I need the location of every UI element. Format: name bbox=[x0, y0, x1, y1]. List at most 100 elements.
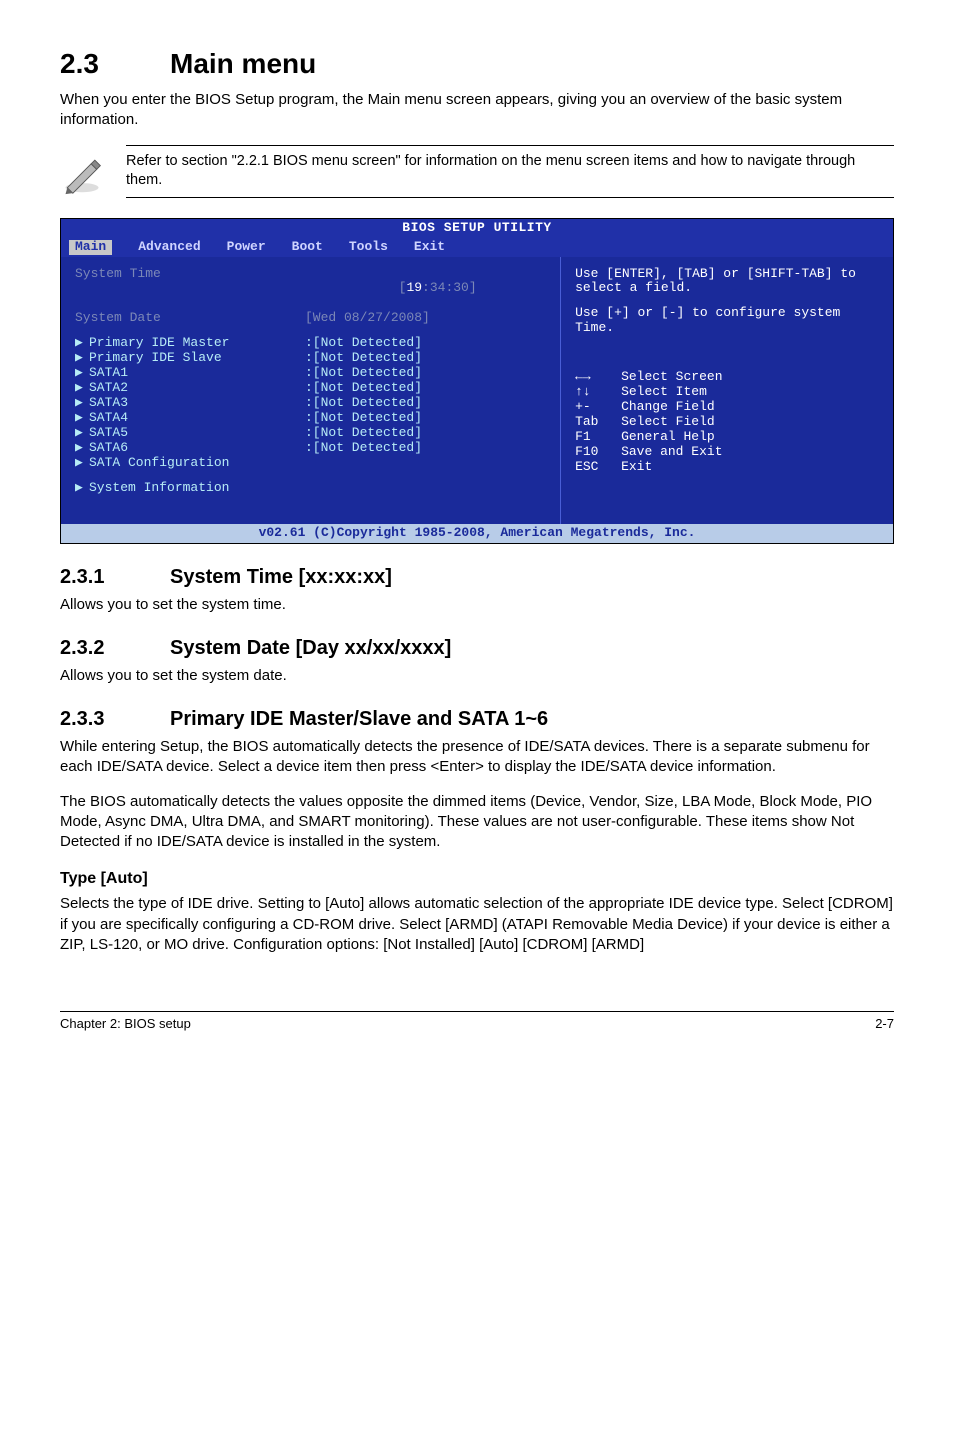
section-heading: 2.3Main menu bbox=[60, 48, 894, 80]
triangle-icon: ▶ bbox=[75, 426, 89, 441]
subsection-heading: 2.3.3Primary IDE Master/Slave and SATA 1… bbox=[60, 708, 894, 731]
subsection-number: 2.3.3 bbox=[60, 708, 170, 731]
bios-item-label: SATA3 bbox=[89, 396, 305, 411]
bios-key-desc: Select Item bbox=[621, 384, 707, 399]
system-time-rest: :34:30] bbox=[422, 280, 477, 295]
subsection-title: System Date [Day xx/xx/xxxx] bbox=[170, 637, 451, 659]
bios-title: BIOS SETUP UTILITY bbox=[61, 219, 893, 238]
bios-item-value: :[Not Detected] bbox=[305, 381, 422, 396]
subsection-number: 2.3.1 bbox=[60, 566, 170, 589]
bios-item-row: ▶SATA1:[Not Detected] bbox=[75, 366, 546, 381]
bios-item-value: :[Not Detected] bbox=[305, 411, 422, 426]
bios-tab: Boot bbox=[292, 240, 323, 255]
subsection-body-1: While entering Setup, the BIOS automatic… bbox=[60, 737, 894, 778]
bios-key-desc: Select Field bbox=[621, 414, 715, 429]
subsection-body: Allows you to set the system time. bbox=[60, 595, 894, 615]
bios-item-value: :[Not Detected] bbox=[305, 426, 422, 441]
bios-item-label: SATA1 bbox=[89, 366, 305, 381]
bios-key-desc: Change Field bbox=[621, 399, 715, 414]
triangle-icon: ▶ bbox=[75, 351, 89, 366]
bios-item-row: ▶SATA2:[Not Detected] bbox=[75, 381, 546, 396]
triangle-icon: ▶ bbox=[75, 396, 89, 411]
triangle-icon: ▶ bbox=[75, 336, 89, 351]
bios-item-value: :[Not Detected] bbox=[305, 351, 422, 366]
bios-key-row: ↑↓Select Item bbox=[575, 385, 879, 400]
bios-tab: Power bbox=[227, 240, 266, 255]
bios-item-label: SATA4 bbox=[89, 411, 305, 426]
note-block: Refer to section "2.2.1 BIOS menu screen… bbox=[60, 145, 894, 198]
bios-help-2: Use [+] or [-] to configure system Time. bbox=[575, 306, 879, 336]
bios-item-label: SATA6 bbox=[89, 441, 305, 456]
bios-tab-main: Main bbox=[69, 240, 112, 255]
bios-menubar: Main Advanced Power Boot Tools Exit bbox=[61, 238, 893, 257]
subsection-title: System Time [xx:xx:xx] bbox=[170, 566, 392, 588]
bios-key-desc: Save and Exit bbox=[621, 444, 722, 459]
pencil-icon bbox=[60, 145, 108, 195]
bios-item-value: :[Not Detected] bbox=[305, 396, 422, 411]
bios-help-1: Use [ENTER], [TAB] or [SHIFT-TAB] to sel… bbox=[575, 267, 879, 297]
bios-item-row: ▶SATA3:[Not Detected] bbox=[75, 396, 546, 411]
bios-item-value: :[Not Detected] bbox=[305, 366, 422, 381]
system-time-hh: 19 bbox=[406, 280, 422, 295]
bios-footer: v02.61 (C)Copyright 1985-2008, American … bbox=[61, 524, 893, 543]
bios-screenshot: BIOS SETUP UTILITY Main Advanced Power B… bbox=[60, 218, 894, 544]
footer-right: 2-7 bbox=[875, 1016, 894, 1031]
triangle-icon: ▶ bbox=[75, 366, 89, 381]
bios-key-desc: Select Screen bbox=[621, 369, 722, 384]
triangle-icon: ▶ bbox=[75, 441, 89, 456]
bios-item-row: ▶SATA Configuration bbox=[75, 456, 546, 471]
bios-key: Tab bbox=[575, 415, 621, 430]
bios-item-label: Primary IDE Slave bbox=[89, 351, 305, 366]
type-body: Selects the type of IDE drive. Setting t… bbox=[60, 894, 894, 955]
bios-item-row: ▶SATA6:[Not Detected] bbox=[75, 441, 546, 456]
bios-key-row: F10Save and Exit bbox=[575, 445, 879, 460]
bios-tab: Advanced bbox=[138, 240, 200, 255]
bios-item-label: Primary IDE Master bbox=[89, 336, 305, 351]
triangle-icon: ▶ bbox=[75, 456, 89, 471]
bios-item-row: ▶Primary IDE Slave:[Not Detected] bbox=[75, 351, 546, 366]
system-time-label: System Time bbox=[75, 267, 305, 312]
bios-key-row: +-Change Field bbox=[575, 400, 879, 415]
bios-key-desc: Exit bbox=[621, 459, 652, 474]
bios-item-row: ▶SATA5:[Not Detected] bbox=[75, 426, 546, 441]
system-date-label: System Date bbox=[75, 311, 305, 326]
bios-key: +- bbox=[575, 400, 621, 415]
section-title: Main menu bbox=[170, 48, 316, 79]
bios-key-row: ESCExit bbox=[575, 460, 879, 475]
bios-key-row: TabSelect Field bbox=[575, 415, 879, 430]
bios-key: F1 bbox=[575, 430, 621, 445]
subsection-body-2: The BIOS automatically detects the value… bbox=[60, 792, 894, 853]
bios-key: ↑↓ bbox=[575, 385, 621, 400]
subsection-body: Allows you to set the system date. bbox=[60, 666, 894, 686]
triangle-icon: ▶ bbox=[75, 481, 89, 496]
bios-key-row: F1General Help bbox=[575, 430, 879, 445]
subsection-heading: 2.3.1System Time [xx:xx:xx] bbox=[60, 566, 894, 589]
footer-left: Chapter 2: BIOS setup bbox=[60, 1016, 191, 1031]
system-date-value: [Wed 08/27/2008] bbox=[305, 311, 430, 326]
bios-key-row: ←→Select Screen bbox=[575, 370, 879, 385]
bios-item-label: SATA2 bbox=[89, 381, 305, 396]
bios-left-pane: System Time [19:34:30] System Date [Wed … bbox=[61, 257, 561, 524]
bios-right-pane: Use [ENTER], [TAB] or [SHIFT-TAB] to sel… bbox=[561, 257, 893, 524]
bios-key: ESC bbox=[575, 460, 621, 475]
bios-item-sysinfo: System Information bbox=[89, 481, 229, 496]
bios-item-value: :[Not Detected] bbox=[305, 336, 422, 351]
triangle-icon: ▶ bbox=[75, 381, 89, 396]
subsection-title: Primary IDE Master/Slave and SATA 1~6 bbox=[170, 708, 548, 730]
bios-item-row: ▶Primary IDE Master:[Not Detected] bbox=[75, 336, 546, 351]
bios-item-label: SATA5 bbox=[89, 426, 305, 441]
bios-tab: Exit bbox=[414, 240, 445, 255]
section-intro: When you enter the BIOS Setup program, t… bbox=[60, 90, 894, 131]
bios-key-desc: General Help bbox=[621, 429, 715, 444]
section-number: 2.3 bbox=[60, 48, 170, 80]
bios-tab: Tools bbox=[349, 240, 388, 255]
triangle-icon: ▶ bbox=[75, 411, 89, 426]
subsection-heading: 2.3.2System Date [Day xx/xx/xxxx] bbox=[60, 637, 894, 660]
bios-item-value: :[Not Detected] bbox=[305, 441, 422, 456]
bios-item-label: SATA Configuration bbox=[89, 456, 305, 471]
note-text: Refer to section "2.2.1 BIOS menu screen… bbox=[126, 152, 894, 191]
bios-key: F10 bbox=[575, 445, 621, 460]
bios-item-row: ▶SATA4:[Not Detected] bbox=[75, 411, 546, 426]
subsection-number: 2.3.2 bbox=[60, 637, 170, 660]
bios-key: ←→ bbox=[575, 370, 621, 385]
